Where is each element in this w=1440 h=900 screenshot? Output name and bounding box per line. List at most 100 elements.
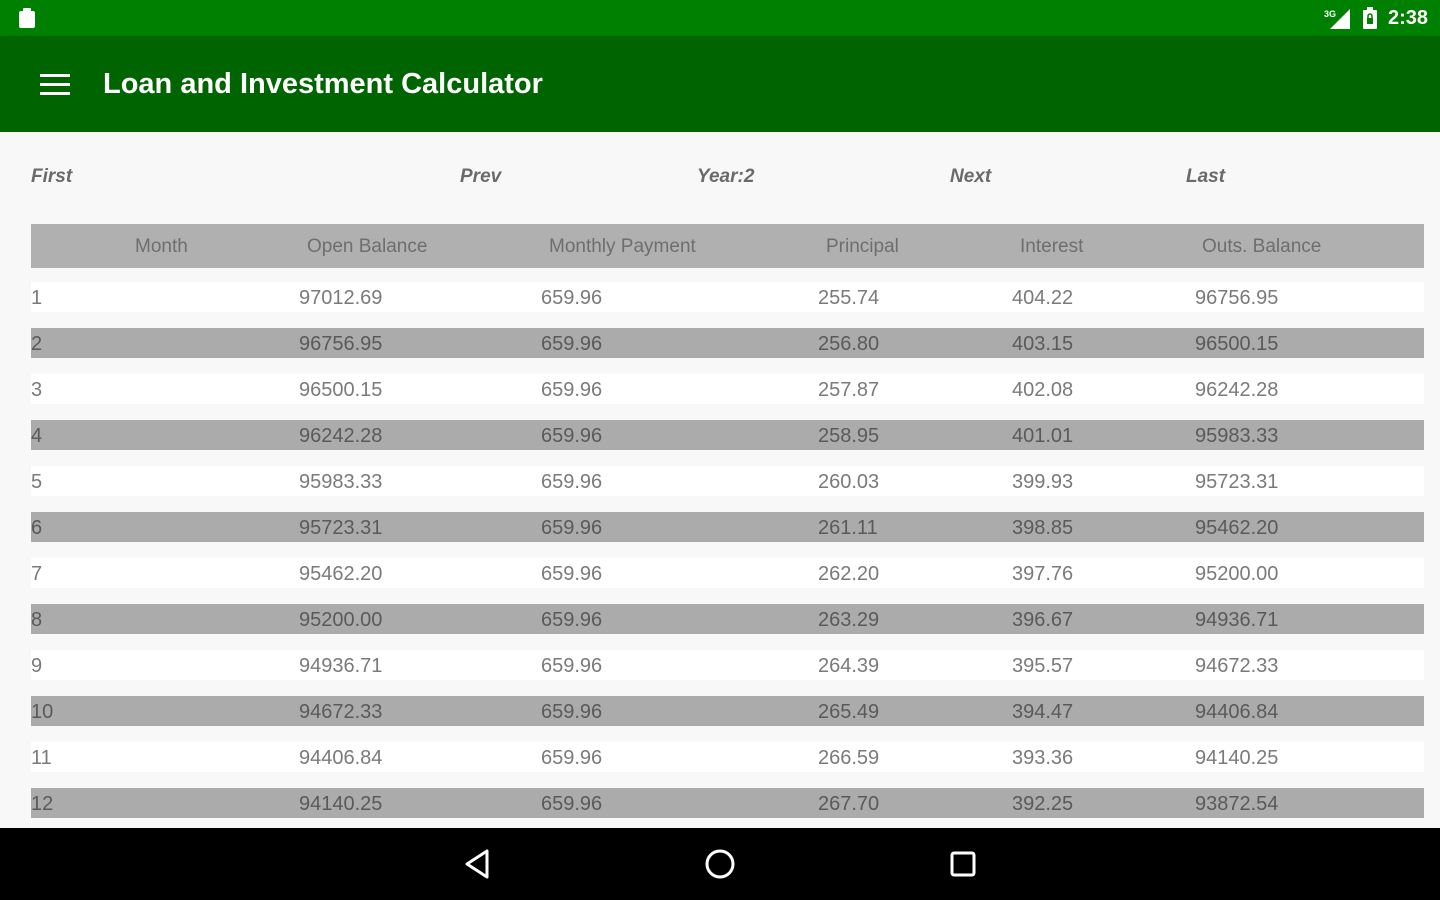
cell-month: 6 <box>31 517 43 539</box>
cell-month: 2 <box>31 333 43 355</box>
cell-outs-balance: 95200.00 <box>1195 563 1279 585</box>
home-circle-icon <box>705 849 735 879</box>
app-title: Loan and Investment Calculator <box>103 68 543 100</box>
header-outs-balance: Outs. Balance <box>1202 236 1322 257</box>
table-row: 10 94672.33 659.96 265.49 394.47 94406.8… <box>31 696 1424 726</box>
cell-principal: 262.20 <box>818 563 880 585</box>
cell-outs-balance: 94672.33 <box>1195 655 1279 677</box>
cell-open-balance: 96242.28 <box>299 425 383 447</box>
cell-interest: 393.36 <box>1012 747 1074 769</box>
cell-outs-balance: 96756.95 <box>1195 287 1279 309</box>
cell-open-balance: 95983.33 <box>299 471 383 493</box>
cell-monthly-payment: 659.96 <box>541 471 603 493</box>
cell-month: 11 <box>31 747 52 769</box>
cell-month: 12 <box>31 793 54 815</box>
table-row: 11 94406.84 659.96 266.59 393.36 94140.2… <box>31 742 1424 772</box>
cell-open-balance: 94936.71 <box>299 655 383 677</box>
cell-principal: 258.95 <box>818 425 880 447</box>
table-row: 6 95723.31 659.96 261.11 398.85 95462.20 <box>31 512 1424 542</box>
cell-principal: 261.11 <box>818 517 878 539</box>
cell-principal: 255.74 <box>818 287 880 309</box>
cell-interest: 392.25 <box>1012 793 1074 815</box>
cell-month: 4 <box>31 425 43 447</box>
cell-principal: 264.39 <box>818 655 880 677</box>
cell-open-balance: 94672.33 <box>299 701 383 723</box>
table-row: 12 94140.25 659.96 267.70 392.25 93872.5… <box>31 788 1424 818</box>
cell-principal: 260.03 <box>818 471 880 493</box>
cell-interest: 394.47 <box>1012 701 1074 723</box>
header-open-balance: Open Balance <box>307 236 428 257</box>
cell-principal: 267.70 <box>818 793 880 815</box>
back-triangle-icon <box>465 849 489 879</box>
menu-icon[interactable] <box>28 62 82 106</box>
cell-interest: 397.76 <box>1012 563 1074 585</box>
home-button[interactable] <box>690 842 750 886</box>
cell-interest: 403.15 <box>1012 333 1074 355</box>
cell-principal: 263.29 <box>818 609 880 631</box>
header-monthly-payment: Monthly Payment <box>549 236 696 257</box>
table-row: 4 96242.28 659.96 258.95 401.01 95983.33 <box>31 420 1424 450</box>
cell-outs-balance: 95723.31 <box>1195 471 1279 493</box>
cell-open-balance: 95200.00 <box>299 609 383 631</box>
year-label: Year:2 <box>697 166 755 187</box>
cell-month: 10 <box>31 701 54 723</box>
main-content: First Prev Year:2 Next Last Month Open B… <box>0 132 1440 828</box>
network-type-label: 3G <box>1324 9 1336 19</box>
cell-interest: 401.01 <box>1012 425 1074 447</box>
cell-principal: 257.87 <box>818 379 880 401</box>
cell-month: 5 <box>31 471 43 493</box>
table-row: 5 95983.33 659.96 260.03 399.93 95723.31 <box>31 466 1424 496</box>
cell-interest: 402.08 <box>1012 379 1074 401</box>
prev-page-link[interactable]: Prev <box>460 166 501 188</box>
cell-monthly-payment: 659.96 <box>541 425 603 447</box>
cell-outs-balance: 95462.20 <box>1195 517 1279 539</box>
cell-outs-balance: 93872.54 <box>1195 793 1279 815</box>
back-button[interactable] <box>448 842 508 886</box>
cell-outs-balance: 96500.15 <box>1195 333 1279 355</box>
signal-icon: 3G <box>1324 9 1350 29</box>
cell-monthly-payment: 659.96 <box>541 333 603 355</box>
recents-square-icon <box>950 851 976 877</box>
cell-month: 1 <box>31 287 43 309</box>
next-page-link[interactable]: Next <box>950 166 991 188</box>
table-row: 7 95462.20 659.96 262.20 397.76 95200.00 <box>31 558 1424 588</box>
table-row: 8 95200.00 659.96 263.29 396.67 94936.71 <box>31 604 1424 634</box>
cell-month: 8 <box>31 609 43 631</box>
cell-monthly-payment: 659.96 <box>541 701 603 723</box>
cell-outs-balance: 94406.84 <box>1195 701 1279 723</box>
battery-lock-icon <box>1362 7 1377 29</box>
cell-interest: 395.57 <box>1012 655 1074 677</box>
cell-principal: 256.80 <box>818 333 880 355</box>
cell-principal: 265.49 <box>818 701 880 723</box>
table-row: 1 97012.69 659.96 255.74 404.22 96756.95 <box>31 282 1424 312</box>
cell-interest: 399.93 <box>1012 471 1074 493</box>
cell-open-balance: 95723.31 <box>299 517 383 539</box>
status-time: 2:38 <box>1387 6 1428 29</box>
cell-open-balance: 96756.95 <box>299 333 383 355</box>
cell-monthly-payment: 659.96 <box>541 379 603 401</box>
cell-open-balance: 95462.20 <box>299 563 383 585</box>
cell-interest: 398.85 <box>1012 517 1074 539</box>
clipboard-notification-icon <box>19 8 35 28</box>
system-nav-bar <box>0 828 1440 900</box>
table-row: 2 96756.95 659.96 256.80 403.15 96500.15 <box>31 328 1424 358</box>
header-month: Month <box>135 236 188 257</box>
cell-outs-balance: 96242.28 <box>1195 379 1279 401</box>
cell-outs-balance: 94140.25 <box>1195 747 1279 769</box>
table-row: 3 96500.15 659.96 257.87 402.08 96242.28 <box>31 374 1424 404</box>
header-interest: Interest <box>1020 236 1084 257</box>
first-page-link[interactable]: First <box>31 166 72 188</box>
cell-month: 3 <box>31 379 43 401</box>
cell-principal: 266.59 <box>818 747 880 769</box>
status-bar: 3G 2:38 <box>0 0 1440 36</box>
last-page-link[interactable]: Last <box>1186 166 1225 188</box>
cell-open-balance: 97012.69 <box>299 287 383 309</box>
cell-monthly-payment: 659.96 <box>541 655 603 677</box>
cell-month: 7 <box>31 563 43 585</box>
cell-outs-balance: 95983.33 <box>1195 425 1279 447</box>
status-icons: 3G 2:38 <box>1324 0 1428 36</box>
recents-button[interactable] <box>933 842 993 886</box>
header-principal: Principal <box>826 236 899 257</box>
cell-monthly-payment: 659.96 <box>541 609 603 631</box>
app-bar: Loan and Investment Calculator <box>0 36 1440 132</box>
